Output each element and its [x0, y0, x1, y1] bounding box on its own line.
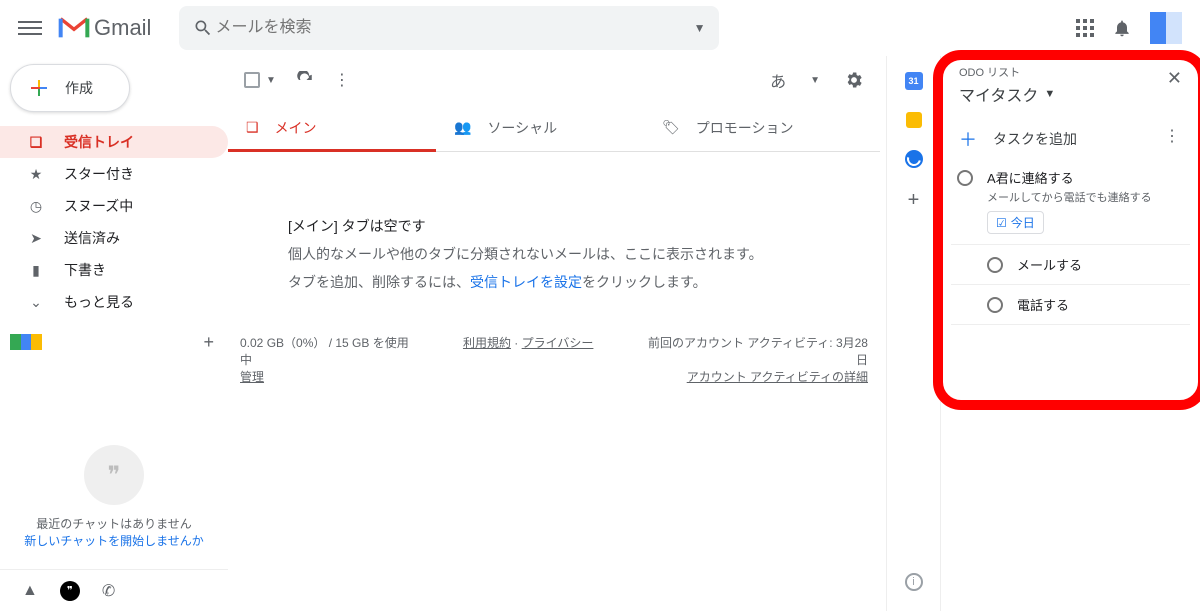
sidebar-item-starred[interactable]: ★スター付き — [0, 158, 228, 190]
refresh-icon[interactable] — [296, 71, 314, 89]
sidebar-item-drafts[interactable]: ▮下書き — [0, 254, 228, 286]
task-subtitle: メールしてから電話でも連絡する — [987, 189, 1190, 205]
inbox-icon: ❑ — [26, 134, 46, 151]
select-caret-icon[interactable]: ▼ — [266, 75, 276, 86]
star-icon: ★ — [26, 166, 46, 183]
inbox-tab-icon: ❑ — [246, 119, 259, 136]
empty-line1: 個人的なメールや他のタブに分類されないメールは、ここに表示されます。 — [288, 240, 820, 268]
tab-primary[interactable]: ❑メイン — [228, 104, 436, 151]
clock-icon: ◷ — [26, 198, 46, 215]
task-title: 電話する — [1017, 295, 1190, 314]
empty-title: [メイン] タブは空です — [288, 212, 820, 240]
settings-gear-icon[interactable] — [844, 70, 864, 90]
menu-icon[interactable] — [18, 16, 42, 40]
inbox-settings-link[interactable]: 受信トレイを設定 — [470, 274, 582, 290]
send-icon: ➤ — [26, 230, 46, 247]
event-icon: ☑ — [996, 216, 1007, 230]
addons-plus-icon[interactable]: + — [904, 190, 924, 210]
task-complete-circle[interactable] — [987, 297, 1003, 313]
search-icon — [193, 18, 213, 38]
file-icon: ▮ — [26, 262, 46, 279]
task-complete-circle[interactable] — [987, 257, 1003, 273]
calendar-icon[interactable]: 31 — [905, 72, 923, 90]
caret-down-icon: ▼ — [1044, 88, 1055, 100]
plus-icon: ＋ — [959, 126, 977, 152]
ime-caret-icon[interactable]: ▼ — [810, 75, 820, 86]
info-icon[interactable]: i — [905, 573, 923, 591]
privacy-link[interactable]: プライバシー — [522, 336, 594, 350]
hangouts-icon: ❞ — [84, 445, 144, 505]
sidebar-item-inbox[interactable]: ❑受信トレイ — [0, 126, 228, 158]
compose-button[interactable]: 作成 — [10, 64, 130, 112]
search-options-caret-icon[interactable]: ▼ — [694, 21, 706, 35]
task-item[interactable]: メールする — [951, 244, 1190, 284]
contacts-icon[interactable]: ▲ — [22, 582, 38, 600]
chevron-down-icon: ⌄ — [26, 294, 46, 311]
storage-info: 0.02 GB（0%） / 15 GB を使用中 管理 — [240, 334, 412, 385]
activity-details-link[interactable]: アカウント アクティビティの詳細 — [687, 370, 868, 384]
last-activity-text: 前回のアカウント アクティビティ: 3月28日 — [644, 334, 868, 368]
tasks-icon[interactable] — [905, 150, 923, 168]
tab-promotions[interactable]: 🏷プロモーション — [644, 104, 852, 151]
storage-manage-link[interactable]: 管理 — [240, 370, 264, 384]
tab-social[interactable]: 👥ソーシャル — [436, 104, 644, 151]
chat-empty-text: 最近のチャットはありません — [10, 515, 218, 532]
gmail-logo[interactable]: Gmail — [58, 15, 151, 41]
task-complete-circle[interactable] — [957, 170, 973, 186]
sidebar-item-snoozed[interactable]: ◷スヌーズ中 — [0, 190, 228, 222]
hangouts-tab-icon[interactable]: ❞ — [60, 581, 80, 601]
people-icon: 👥 — [454, 119, 471, 136]
select-all-checkbox[interactable] — [244, 72, 260, 88]
tag-icon: 🏷 — [662, 119, 680, 136]
app-name: Gmail — [94, 15, 151, 41]
compose-label: 作成 — [65, 78, 93, 98]
label-row[interactable]: + — [0, 324, 228, 360]
task-item[interactable]: A君に連絡する メールしてから電話でも連絡する ☑今日 — [951, 158, 1190, 244]
more-icon[interactable]: ⋮ — [334, 70, 350, 90]
task-title: メールする — [1017, 255, 1190, 274]
sidebar-item-sent[interactable]: ➤送信済み — [0, 222, 228, 254]
phone-icon[interactable]: ✆ — [102, 581, 115, 601]
tasks-kicker: ODO リスト — [959, 64, 1190, 80]
account-avatar[interactable] — [1150, 12, 1182, 44]
task-title: A君に連絡する — [987, 168, 1190, 187]
search-bar[interactable]: ▼ — [179, 6, 719, 50]
label-color-swatch — [10, 334, 42, 350]
empty-line2: タブを追加、削除するには、受信トレイを設定をクリックします。 — [288, 268, 820, 296]
apps-grid-icon[interactable] — [1076, 19, 1094, 37]
task-date-chip[interactable]: ☑今日 — [987, 211, 1044, 234]
terms-link[interactable]: 利用規約 — [463, 336, 511, 350]
add-task-button[interactable]: ＋タスクを追加 — [951, 120, 1190, 158]
close-icon[interactable]: ✕ — [1167, 68, 1182, 89]
plus-icon — [27, 76, 51, 100]
tasks-more-icon[interactable]: ⋮ — [1164, 126, 1180, 146]
search-input[interactable] — [213, 18, 693, 38]
ime-indicator[interactable]: あ — [770, 68, 786, 92]
task-item[interactable]: 電話する — [951, 284, 1190, 325]
tasks-list-selector[interactable]: マイタスク▼ — [959, 82, 1190, 106]
notifications-icon[interactable] — [1112, 18, 1132, 38]
sidebar-item-more[interactable]: ⌄もっと見る — [0, 286, 228, 318]
keep-icon[interactable] — [906, 112, 922, 128]
add-label-icon[interactable]: + — [203, 332, 214, 353]
chat-start-link[interactable]: 新しいチャットを開始しませんか — [10, 532, 218, 549]
